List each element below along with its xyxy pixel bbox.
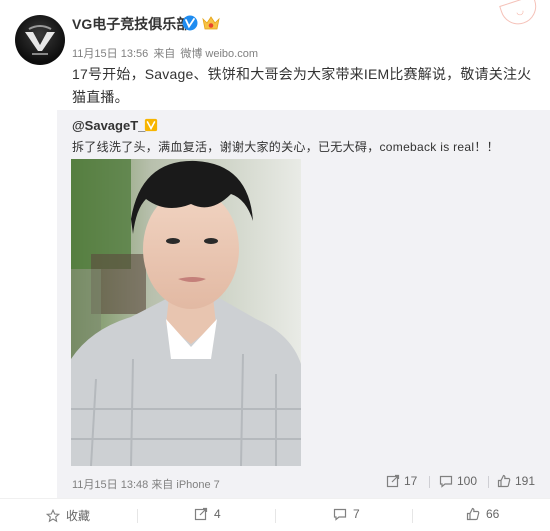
comment-count: 7	[353, 507, 360, 521]
avatar[interactable]	[15, 15, 65, 65]
repost-meta: 11月15日 13:48 来自 iPhone 7	[72, 476, 220, 492]
comment-icon	[439, 475, 453, 488]
post-source[interactable]: 微博 weibo.com	[180, 48, 258, 60]
divider	[137, 509, 138, 523]
verified-icon	[144, 118, 158, 132]
favorite-label: 收藏	[66, 509, 91, 523]
repost-like-button[interactable]: 191	[497, 474, 535, 488]
repost-share-button[interactable]: 17	[386, 474, 417, 488]
divider	[429, 476, 430, 488]
verified-icon	[182, 15, 198, 31]
vg-logo-icon	[25, 25, 55, 55]
repost-comment-button[interactable]: 100	[439, 474, 477, 488]
divider	[275, 509, 276, 523]
repost-comment-count: 100	[457, 474, 478, 488]
crown-icon[interactable]	[201, 14, 221, 31]
repost-share-count: 17	[404, 474, 418, 488]
decorative-stamp: ◡	[499, 0, 541, 29]
post-time[interactable]: 11月15日 13:56	[72, 48, 148, 60]
repost-source-prefix: 来自	[151, 479, 174, 491]
post-meta: 11月15日 13:56 来自 微博 weibo.com	[72, 45, 260, 61]
action-bar: 收藏 4 7 66	[0, 498, 550, 531]
repost-time[interactable]: 11月15日 13:48	[72, 479, 148, 491]
favorite-button[interactable]: 收藏	[46, 507, 90, 524]
repost-source[interactable]: iPhone 7	[176, 479, 219, 491]
like-icon	[497, 474, 511, 488]
post-photo[interactable]	[71, 159, 301, 466]
divider	[488, 476, 489, 488]
share-icon	[386, 474, 400, 488]
repost-author[interactable]: @SavageT_T	[72, 118, 153, 133]
like-icon	[466, 507, 480, 521]
repost-like-count: 191	[515, 474, 536, 488]
weibo-post-card: ◡ VG电子竞技俱乐部 11月15日 13:56 来自 微博 weibo.com…	[0, 0, 550, 531]
share-button[interactable]: 4	[194, 507, 221, 521]
repost-box: @SavageT_T 拆了线洗了头，满血复活，谢谢大家的关心，已无大碍，come…	[57, 110, 550, 498]
comment-icon	[333, 508, 347, 521]
author-name[interactable]: VG电子竞技俱乐部	[72, 14, 190, 34]
share-icon	[194, 507, 208, 521]
share-count: 4	[214, 507, 221, 521]
post-text: 17号开始，Savage、铁饼和大哥会为大家带来IEM比赛解说，敬请关注火猫直播…	[72, 66, 532, 105]
favorite-icon	[46, 508, 60, 522]
repost-text: 拆了线洗了头，满血复活，谢谢大家的关心，已无大碍，comeback is rea…	[72, 140, 499, 154]
like-count: 66	[486, 507, 500, 521]
like-button[interactable]: 66	[466, 507, 499, 521]
comment-button[interactable]: 7	[333, 507, 360, 521]
divider	[412, 509, 413, 523]
source-prefix: 来自	[153, 48, 176, 60]
